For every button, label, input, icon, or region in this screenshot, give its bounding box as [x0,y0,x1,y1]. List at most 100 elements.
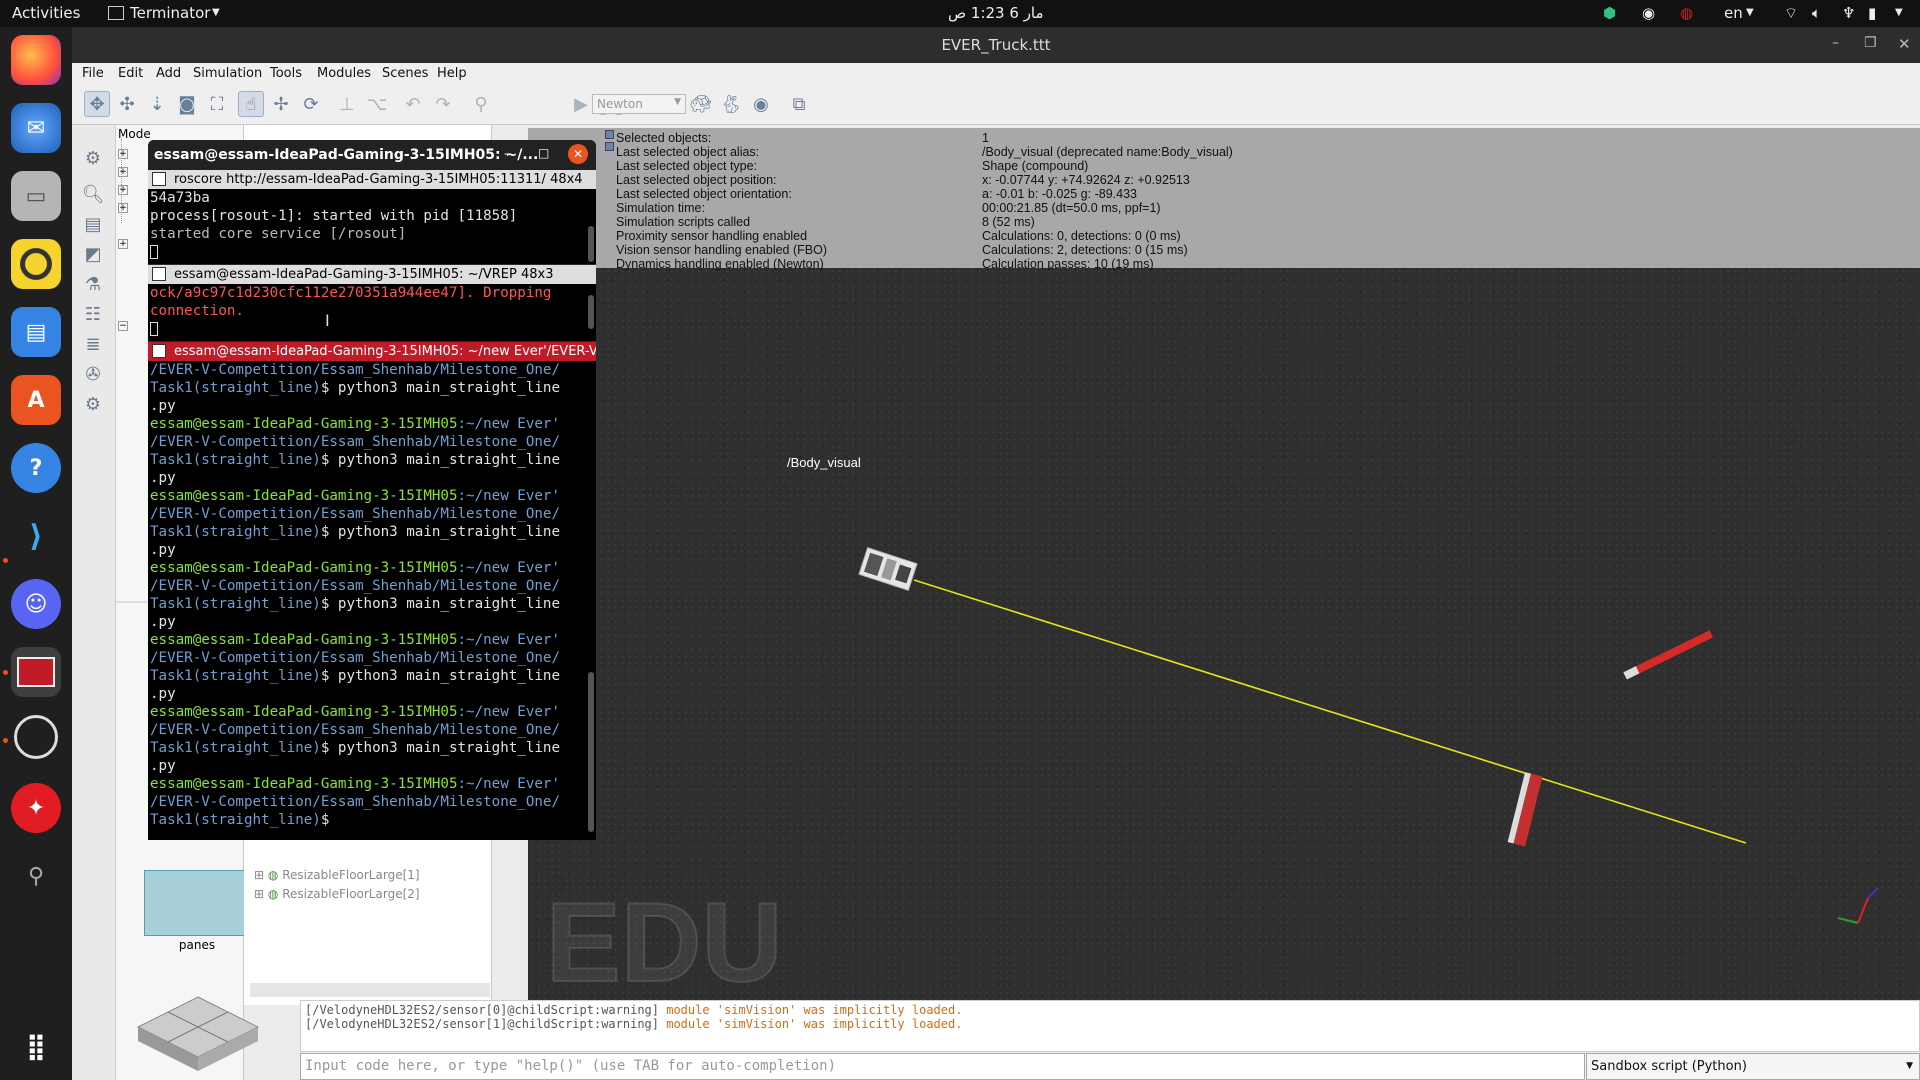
tree-collapse-icon[interactable]: − [118,321,128,331]
terminal-pane-roscore[interactable]: roscore http://essam-IdeaPad-Gaming-3-15… [148,170,596,264]
object-rotate-icon[interactable]: ⟳ [298,91,324,117]
discord-tray-icon[interactable]: ◉ [1642,4,1655,22]
tree-expand-icon[interactable]: + [118,203,128,213]
close-icon[interactable]: ✕ [1898,35,1911,53]
app-menu-button[interactable]: Terminator [130,4,210,22]
tree-expand-icon[interactable]: + [118,185,128,195]
microphone-icon[interactable]: ♆ [1842,4,1855,22]
zoom-icon[interactable]: 🔍︎ [80,181,106,207]
thunderbird-icon[interactable]: ✉ [11,103,61,153]
clock[interactable]: مار 6 1:23 ص [948,4,1044,22]
maximize-icon[interactable]: ❐ [1864,35,1877,51]
pane-scrollbar[interactable] [588,672,594,832]
tree-expand-icon[interactable]: ⊞ [254,868,264,882]
volume-icon[interactable]: 🔈︎ [1812,4,1821,22]
menu-file[interactable]: File [82,66,104,81]
menu-modules[interactable]: Modules [317,66,371,81]
object-shift-icon[interactable]: ✢ [268,91,294,117]
activities-button[interactable]: Activities [12,4,80,22]
prompt-path: Task1(straight_line) [150,740,321,756]
yoga-icon[interactable]: ✦ [11,783,61,833]
shape-edit-icon[interactable]: ◩ [80,241,106,267]
vscode-icon[interactable]: ⟩ [11,511,61,561]
battery-icon[interactable]: ▮ [1868,4,1876,22]
camera-angle-icon[interactable]: ◙ [174,91,200,117]
scene-viewport[interactable]: Selected objects: 1 Last selected object a… [528,128,1920,1001]
files-icon[interactable]: ▭ [11,171,61,221]
minimize-icon[interactable]: – [504,146,511,162]
hierarchy-item[interactable]: ⊞ ◍ ResizableFloorLarge[2] [254,887,420,901]
tray-app-icon[interactable]: ◍ [1680,4,1693,22]
obs-icon[interactable] [14,715,58,759]
scene-page-icon[interactable]: ⧉ [786,91,812,117]
maximize-icon[interactable]: □ [538,146,549,160]
terminator-icon[interactable] [11,647,61,697]
show-apps-icon[interactable]: ⣿ [11,1022,61,1072]
speed-up-icon[interactable]: 🐇︎ [718,91,744,117]
film-icon[interactable]: ✇ [80,361,106,387]
pane-scrollbar[interactable] [588,226,594,262]
red-obstacle-1[interactable] [1623,630,1714,680]
horizontal-scrollbar[interactable] [250,983,490,997]
physics-engine-select[interactable]: Newton ▼ [592,94,686,114]
red-obstacle-2[interactable] [1507,772,1543,847]
rhythmbox-icon[interactable] [11,239,61,289]
terminal-pane-main[interactable]: essam@essam-IdeaPad-Gaming-3-15IMH05: ~/… [148,342,596,840]
tree-expand-icon[interactable]: + [118,239,128,249]
help-icon[interactable]: ? [11,443,61,493]
camera-pan-icon[interactable]: ✥ [84,91,110,117]
undo-icon[interactable]: ↶ [400,91,426,117]
terminal-pane-vrep[interactable]: essam@essam-IdeaPad-Gaming-3-15IMH05: ~/… [148,265,596,341]
menu-edit[interactable]: Edit [118,66,143,81]
menu-simulation[interactable]: Simulation [193,66,262,81]
tree-expand-icon[interactable]: ⊞ [254,887,264,901]
script-select[interactable]: Sandbox script (Python) ▼ [1586,1053,1920,1080]
visualization-toggle-icon[interactable]: ◉ [748,91,774,117]
usb-icon[interactable]: ⚲ [11,851,61,901]
pane-grid-icon[interactable] [152,344,166,358]
fit-to-view-icon[interactable]: ⛶ [204,91,230,117]
click-select-icon[interactable]: ☝ [238,91,264,117]
menu-add[interactable]: Add [156,66,181,81]
transfer-dna-icon[interactable]: ⌥ [364,91,390,117]
terminal-line: .py [150,398,176,414]
keyboard-layout[interactable]: en [1724,4,1743,22]
settings-icon[interactable]: ⚙ [80,145,106,171]
model-preview-walls[interactable] [136,987,260,1073]
shield-icon[interactable]: ⬢ [1603,4,1616,22]
firefox-icon[interactable] [11,35,61,85]
path-icon[interactable]: ⚗ [80,271,106,297]
model-preview-panes[interactable] [144,870,250,936]
menu-help[interactable]: Help [437,66,467,81]
command-text: $ [320,812,338,828]
pane-grid-icon[interactable] [152,172,166,186]
camera-shift-icon[interactable]: ⇣ [144,91,170,117]
chevron-down-icon[interactable]: ▼ [1895,7,1903,18]
command-input[interactable]: Input code here, or type "help()" (use T… [300,1053,1585,1080]
hierarchy-icon[interactable]: ☷ [80,301,106,327]
pane-scrollbar[interactable] [588,295,594,329]
start-simulation-icon[interactable]: ▶ [568,91,594,117]
truck-model[interactable] [858,547,918,591]
writer-icon[interactable]: ▤ [11,307,61,357]
layers-icon[interactable]: ≣ [80,331,106,357]
gears-icon[interactable]: ⚙ [80,391,106,417]
tree-expand-icon[interactable]: + [118,149,128,159]
hierarchy-item[interactable]: ⊞ ◍ ResizableFloorLarge[1] [254,868,420,882]
slow-down-icon[interactable]: 🐢︎ [688,91,714,117]
redo-icon[interactable]: ↷ [430,91,456,117]
tree-expand-icon[interactable]: + [118,167,128,177]
software-center-icon[interactable]: A [11,375,61,425]
dynamics-icon[interactable]: ⚲ [468,91,494,117]
list-icon[interactable]: ▤ [80,211,106,237]
menu-scenes[interactable]: Scenes [382,66,428,81]
terminal-cursor [150,243,158,261]
wifi-icon[interactable]: ⌔ [1784,4,1798,23]
menu-tools[interactable]: Tools [270,66,302,81]
camera-rotate-icon[interactable]: ✣ [114,91,140,117]
close-icon[interactable]: ✕ [568,144,588,164]
minimize-icon[interactable]: – [1832,35,1839,51]
discord-icon[interactable]: ☺ [11,579,61,629]
pane-grid-icon[interactable] [152,267,166,281]
assemble-icon[interactable]: ⊥ [334,91,360,117]
